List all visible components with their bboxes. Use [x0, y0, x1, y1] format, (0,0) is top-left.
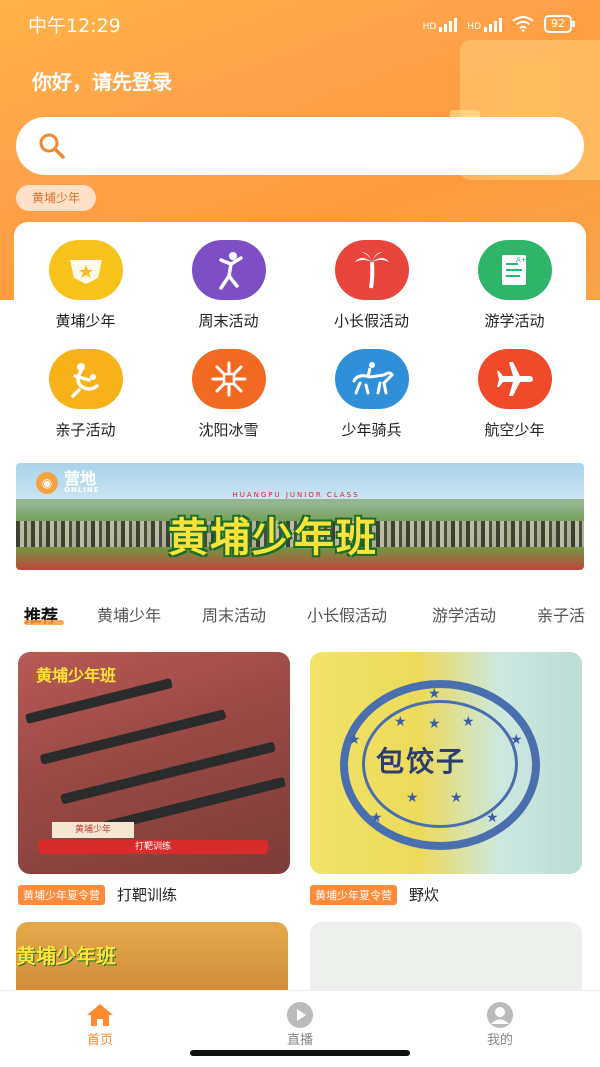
- card-title: 野炊: [409, 886, 440, 904]
- category-aviation[interactable]: 航空少年: [443, 349, 586, 440]
- category-label: 亲子活动: [55, 421, 116, 439]
- category-label: 沈阳冰雪: [198, 421, 259, 439]
- nav-profile[interactable]: 我的: [460, 1001, 540, 1048]
- card-title: 打靶训练: [117, 886, 178, 904]
- signal-label: HD: [467, 22, 481, 32]
- category-family[interactable]: 亲子活动: [14, 349, 157, 440]
- image-bar: 打靶训练: [38, 840, 268, 854]
- card-image: 黄埔少年班 黄埔少年 打靶训练: [18, 652, 290, 874]
- signal-label: HD: [422, 22, 437, 32]
- star-icon: ★: [394, 714, 407, 730]
- category-holiday[interactable]: 小长假活动: [300, 240, 443, 331]
- search-icon: [39, 133, 65, 159]
- palm-tree-icon: [334, 240, 409, 300]
- status-bar: 中午12:29 HD HD 92: [0, 0, 600, 48]
- category-label: 航空少年: [484, 421, 545, 439]
- promo-banner[interactable]: ◉ 营地 ONLINE HUANGPU JUNIOR CLASS 黄埔少年班: [16, 463, 584, 570]
- card-meta: 黄埔少年夏令营 打靶训练: [18, 884, 290, 905]
- star-icon: ★: [462, 714, 475, 730]
- battery-icon: 92: [544, 15, 575, 33]
- horse-rider-icon: [334, 349, 409, 409]
- card-tag: 黄埔少年夏令营: [310, 884, 397, 905]
- search-bar[interactable]: [16, 117, 584, 175]
- star-icon: ★: [428, 716, 441, 732]
- star-icon: ★: [406, 790, 419, 806]
- status-icons: HD HD 92: [423, 15, 575, 33]
- login-prompt[interactable]: 你好，请先登录: [32, 66, 172, 95]
- category-label: 小长假活动: [333, 312, 409, 330]
- image-caption: 包饺子: [376, 745, 467, 778]
- category-huangpu[interactable]: 黄埔少年: [14, 240, 157, 331]
- tab-weekend[interactable]: 周末活动: [202, 602, 266, 626]
- signal-icon: HD: [467, 16, 502, 32]
- category-grid: 黄埔少年 周末活动 小长假活动 A+ 游学活动 亲子活动 沈阳冰雪 少年骑兵 航…: [14, 240, 586, 440]
- nav-label: 直播: [286, 1033, 313, 1048]
- home-icon: [84, 1001, 116, 1029]
- tab-study-tour[interactable]: 游学活动: [432, 602, 496, 626]
- signal-icon: HD: [423, 16, 458, 32]
- brand-logo: ◉ 营地 ONLINE: [36, 471, 100, 494]
- star-icon: ★: [348, 732, 361, 748]
- category-panel: 黄埔少年 周末活动 小长假活动 A+ 游学活动 亲子活动 沈阳冰雪 少年骑兵 航…: [14, 222, 586, 446]
- airplane-icon: [477, 349, 552, 409]
- card-meta: 黄埔少年夏令营 野炊: [310, 884, 582, 905]
- tab-holiday[interactable]: 小长假活动: [307, 602, 387, 626]
- activity-card[interactable]: 黄埔少年班: [16, 922, 288, 992]
- star-icon: ★: [370, 810, 383, 826]
- tab-family[interactable]: 亲子活: [537, 602, 585, 626]
- active-tab-indicator: [24, 620, 64, 625]
- card-image: ★ ★ ★ ★ ★ ★ ★ ★ ★ ★ 包饺子: [310, 652, 582, 874]
- wifi-icon: [512, 16, 534, 32]
- dancer-icon: [191, 240, 266, 300]
- activity-card[interactable]: 黄埔少年班 黄埔少年 打靶训练 黄埔少年夏令营 打靶训练: [18, 652, 290, 905]
- certificate-icon: A+: [477, 240, 552, 300]
- star-icon: ★: [510, 732, 523, 748]
- category-label: 周末活动: [198, 312, 259, 330]
- location-chip[interactable]: 黄埔少年: [16, 185, 97, 211]
- logo-text: 营地: [64, 469, 97, 488]
- family-icon: [48, 349, 123, 409]
- nav-label: 首页: [86, 1033, 113, 1048]
- home-indicator[interactable]: [190, 1050, 410, 1056]
- nav-label: 我的: [486, 1033, 513, 1048]
- badge-icon: [48, 240, 123, 300]
- category-label: 游学活动: [484, 312, 545, 330]
- user-icon: [484, 1001, 516, 1029]
- card-tag: 黄埔少年夏令营: [18, 884, 105, 905]
- nav-live[interactable]: 直播: [260, 1001, 340, 1048]
- category-tabs: 推荐 黄埔少年 周末活动 小长假活动 游学活动 亲子活: [0, 596, 600, 630]
- rifle-shape: [39, 709, 227, 765]
- category-label: 黄埔少年: [55, 312, 116, 330]
- category-ice-snow[interactable]: 沈阳冰雪: [157, 349, 300, 440]
- status-time: 中午12:29: [28, 14, 121, 37]
- pin-icon: ◉: [36, 471, 58, 494]
- image-tag: 黄埔少年: [52, 822, 134, 838]
- banner-subtitle: HUANGPU JUNIOR CLASS: [232, 491, 360, 499]
- image-caption: 黄埔少年班: [36, 666, 117, 685]
- star-icon: ★: [450, 790, 463, 806]
- tab-huangpu[interactable]: 黄埔少年: [97, 602, 161, 626]
- activity-card[interactable]: ★ ★ ★ ★ ★ ★ ★ ★ ★ ★ 包饺子 黄埔少年夏令营 野炊: [310, 652, 582, 905]
- image-caption: 黄埔少年班: [16, 944, 116, 968]
- star-icon: ★: [486, 810, 499, 826]
- svg-text:A+: A+: [516, 256, 527, 264]
- play-icon: [284, 1001, 316, 1029]
- banner-title: 黄埔少年班: [168, 515, 378, 561]
- snowflake-icon: [191, 349, 266, 409]
- category-cavalry[interactable]: 少年骑兵: [300, 349, 443, 440]
- activity-card[interactable]: [310, 922, 582, 992]
- logo-subtext: ONLINE: [64, 486, 100, 494]
- search-input[interactable]: [78, 137, 558, 155]
- nav-home[interactable]: 首页: [60, 1001, 140, 1048]
- star-icon: ★: [428, 686, 441, 702]
- battery-level: 92: [551, 17, 565, 30]
- category-label: 少年骑兵: [341, 421, 402, 439]
- category-weekend[interactable]: 周末活动: [157, 240, 300, 331]
- category-study-tour[interactable]: A+ 游学活动: [443, 240, 586, 331]
